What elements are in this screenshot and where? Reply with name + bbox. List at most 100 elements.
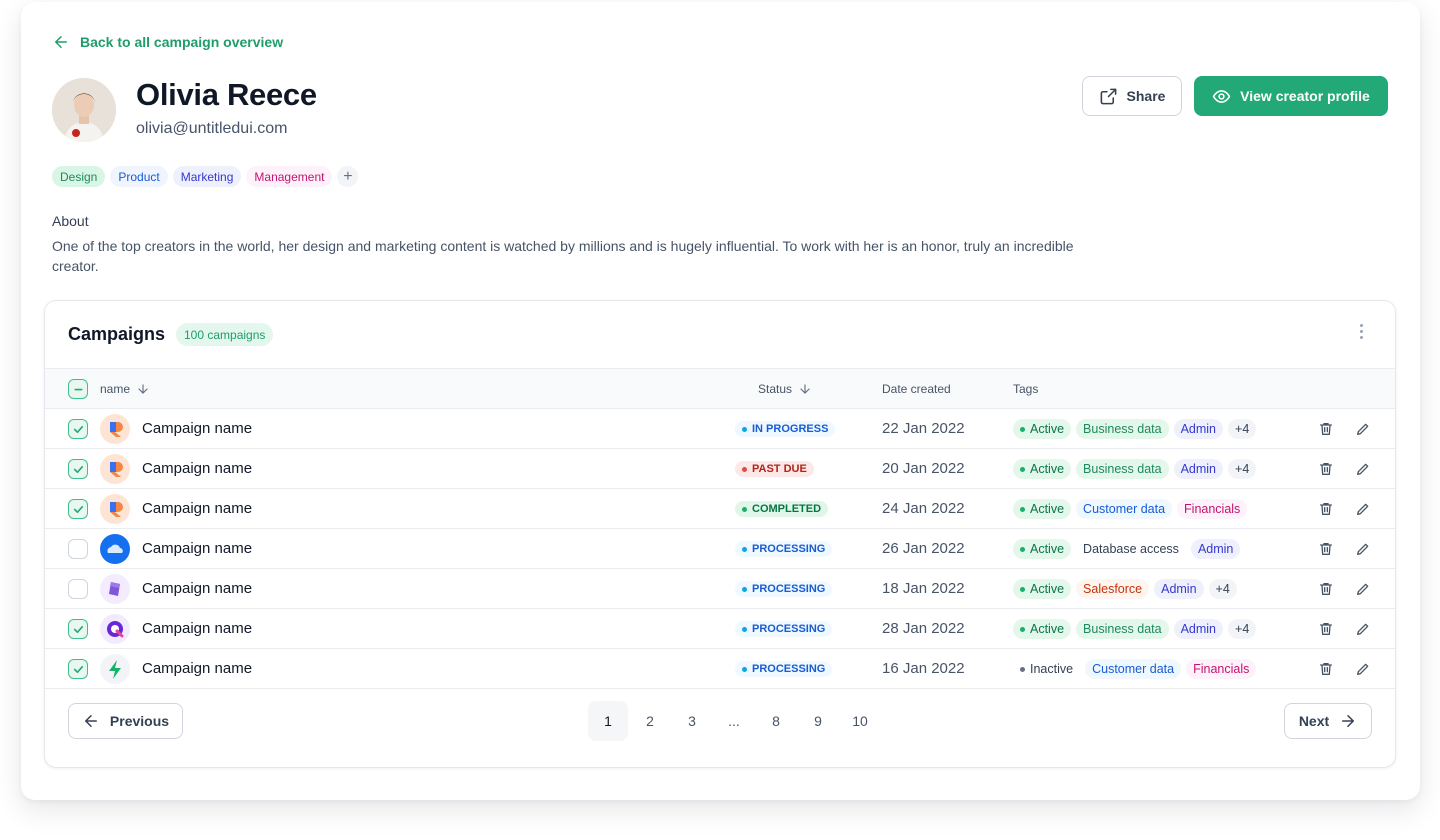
row-checkbox[interactable] <box>68 579 88 599</box>
more-options-icon[interactable] <box>1351 321 1371 341</box>
status-badge: IN PROGRESS <box>735 421 836 437</box>
page-10-button[interactable]: 10 <box>840 701 880 741</box>
table-row[interactable]: Campaign name IN PROGRESS 22 Jan 2022 Activ… <box>45 409 1395 449</box>
row-tag: Business data <box>1076 459 1169 479</box>
edit-icon[interactable] <box>1355 621 1371 637</box>
arrow-left-icon <box>84 715 97 727</box>
row-tag: Active <box>1013 539 1072 559</box>
page-3-button[interactable]: 3 <box>672 701 712 741</box>
row-tag: Customer data <box>1085 659 1182 679</box>
profile-tag-marketing[interactable]: Marketing <box>172 166 242 187</box>
profile-tag-management[interactable]: Management <box>246 166 333 187</box>
trash-icon[interactable] <box>1318 621 1334 637</box>
row-checkbox[interactable] <box>68 459 88 479</box>
row-tag-label: Admin <box>1197 542 1234 556</box>
table-row[interactable]: Campaign name PROCESSING 16 Jan 2022 Inacti… <box>45 649 1395 689</box>
row-tags: Active Business data Admin +4 <box>1013 419 1257 439</box>
row-tag: Active <box>1013 619 1072 639</box>
edit-icon[interactable] <box>1355 421 1371 437</box>
bolt-logo-icon <box>100 654 130 684</box>
status-badge: PROCESSING <box>735 621 833 637</box>
date-created: 28 Jan 2022 <box>882 620 965 637</box>
table-row[interactable]: Campaign name PROCESSING 18 Jan 2022 Active… <box>45 569 1395 609</box>
campaign-name[interactable]: Campaign name <box>142 420 252 437</box>
page-9-button[interactable]: 9 <box>798 701 838 741</box>
date-created: 22 Jan 2022 <box>882 420 965 437</box>
row-tag-label: Active <box>1030 582 1065 596</box>
status-badge-label: IN PROGRESS <box>752 423 829 435</box>
add-tag-button[interactable]: + <box>337 166 359 187</box>
campaign-name[interactable]: Campaign name <box>142 460 252 477</box>
profile-tags: Design Product Marketing Management + <box>52 166 359 187</box>
edit-icon[interactable] <box>1355 461 1371 477</box>
status-badge: COMPLETED <box>735 501 829 517</box>
r-logo-icon <box>100 454 130 484</box>
row-checkbox[interactable] <box>68 499 88 519</box>
row-checkbox[interactable] <box>68 659 88 679</box>
view-creator-profile-label: View creator profile <box>1240 88 1370 104</box>
trash-icon[interactable] <box>1318 461 1334 477</box>
trash-icon[interactable] <box>1318 581 1334 597</box>
campaigns-count-badge: 100 campaigns <box>176 323 274 346</box>
column-header-tags: Tags <box>1013 369 1038 408</box>
campaign-name[interactable]: Campaign name <box>142 660 252 677</box>
trash-icon[interactable] <box>1318 501 1334 517</box>
campaign-name[interactable]: Campaign name <box>142 500 252 517</box>
row-tag-label: +4 <box>1215 582 1230 596</box>
row-tag-label: Database access <box>1083 542 1179 556</box>
trash-icon[interactable] <box>1318 541 1334 557</box>
row-checkbox[interactable] <box>68 419 88 439</box>
row-tag-label: Admin <box>1180 622 1217 636</box>
trash-icon[interactable] <box>1318 421 1334 437</box>
view-creator-profile-button[interactable]: View creator profile <box>1194 76 1388 116</box>
table-row[interactable]: Campaign name PAST DUE 20 Jan 2022 Active Bu… <box>45 449 1395 489</box>
edit-icon[interactable] <box>1355 501 1371 517</box>
column-header-name[interactable]: name <box>100 369 150 408</box>
check-icon <box>73 505 83 513</box>
page-2-button[interactable]: 2 <box>630 701 670 741</box>
row-tag-label: Business data <box>1083 622 1162 636</box>
check-icon <box>73 465 83 473</box>
row-tag: Financials <box>1177 499 1248 519</box>
row-tags: Active Business data Admin +4 <box>1013 459 1257 479</box>
select-all-checkbox[interactable] <box>68 379 88 399</box>
campaign-name[interactable]: Campaign name <box>142 540 252 557</box>
row-tag-label: Financials <box>1193 662 1250 676</box>
next-button[interactable]: Next <box>1284 703 1372 739</box>
row-tag-label: Customer data <box>1092 662 1175 676</box>
table-row[interactable]: Campaign name PROCESSING 28 Jan 2022 Active… <box>45 609 1395 649</box>
q-logo-icon <box>100 614 130 644</box>
edit-icon[interactable] <box>1355 581 1371 597</box>
row-checkbox[interactable] <box>68 619 88 639</box>
row-tag-label: Active <box>1030 462 1065 476</box>
column-header-status-label: Status <box>758 381 793 396</box>
row-checkbox[interactable] <box>68 539 88 559</box>
status-badge-label: PROCESSING <box>752 543 826 555</box>
campaigns-table-panel: Campaigns 100 campaigns name Status Date… <box>44 300 1396 768</box>
row-tag: Active <box>1013 499 1072 519</box>
profile-tag-product[interactable]: Product <box>110 166 168 187</box>
row-tag-label: Financials <box>1184 502 1241 516</box>
check-icon <box>73 425 83 433</box>
share-button[interactable]: Share <box>1082 76 1182 116</box>
row-tags: Active Business data Admin +4 <box>1013 619 1257 639</box>
edit-icon[interactable] <box>1355 661 1371 677</box>
page-8-button[interactable]: 8 <box>756 701 796 741</box>
date-created: 18 Jan 2022 <box>882 580 965 597</box>
edit-icon[interactable] <box>1355 541 1371 557</box>
trash-icon[interactable] <box>1318 661 1334 677</box>
campaign-name[interactable]: Campaign name <box>142 620 252 637</box>
previous-button[interactable]: Previous <box>68 703 183 739</box>
campaign-name[interactable]: Campaign name <box>142 580 252 597</box>
table-row[interactable]: Campaign name PROCESSING 26 Jan 2022 Active… <box>45 529 1395 569</box>
pagination-pages: 1 2 3... 8 9 10 <box>588 701 880 741</box>
row-tag: +4 <box>1228 419 1257 439</box>
column-header-status[interactable]: Status <box>758 369 812 408</box>
profile-tag-design[interactable]: Design <box>52 166 106 187</box>
page-1-button[interactable]: 1 <box>588 701 628 741</box>
status-badge-label: COMPLETED <box>752 503 822 515</box>
minus-icon <box>73 388 83 390</box>
table-row[interactable]: Campaign name COMPLETED 24 Jan 2022 Active C… <box>45 489 1395 529</box>
back-link[interactable]: Back to all campaign overview <box>52 31 283 53</box>
row-tag-label: +4 <box>1235 462 1250 476</box>
